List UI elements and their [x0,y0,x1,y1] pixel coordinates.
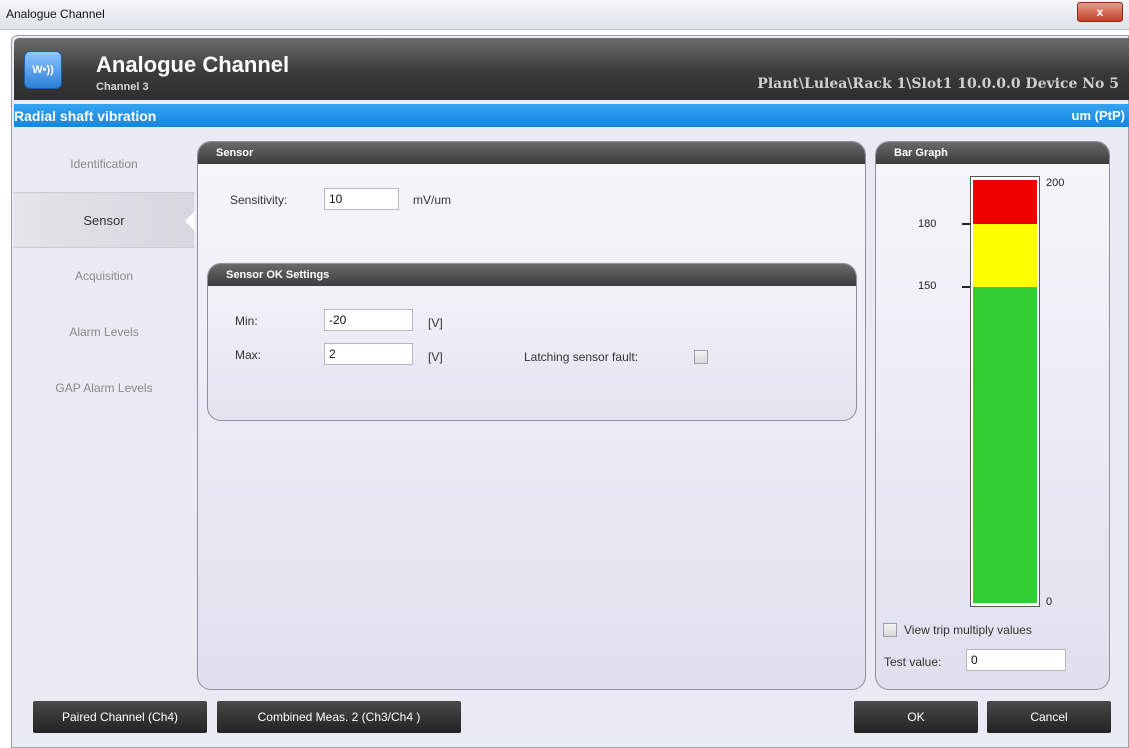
sidebar-item-acquisition[interactable]: Acquisition [14,248,194,304]
tick-mid [962,286,970,288]
measurement-name: Radial shaft vibration [14,108,157,124]
device-path: Plant\Lulea\Rack 1\Slot1 10.0.0.0 Device… [757,76,1119,92]
sidebar-item-label: Sensor [83,213,125,228]
dialog-title: Analogue Channel [96,52,290,77]
sensor-ok-panel-title: Sensor OK Settings [208,264,856,286]
tick-label-top: 200 [1046,177,1065,189]
bar-segment-warning [973,224,1037,287]
bar-segment-alarm [973,180,1037,224]
test-value-label: Test value: [884,655,942,669]
close-button[interactable]: x [1077,2,1123,22]
sidebar-item-sensor[interactable]: Sensor [14,192,195,248]
latching-sensor-fault-checkbox[interactable] [694,350,708,364]
paired-channel-button[interactable]: Paired Channel (Ch4) [33,701,207,733]
dialog-header: W•)) Analogue Channel Channel 3 Plant\Lu… [14,38,1129,100]
bar-segment-normal [973,287,1037,603]
tick-label-bottom: 0 [1046,596,1053,608]
sensitivity-label: Sensitivity: [230,193,288,207]
active-pointer-icon [185,211,195,231]
sensitivity-unit: mV/um [413,193,452,207]
max-label: Max: [235,348,262,362]
min-input[interactable]: -20 [324,309,413,331]
min-label: Min: [235,314,258,328]
ok-button[interactable]: OK [854,701,978,733]
sidebar-item-alarm-levels[interactable]: Alarm Levels [14,304,194,360]
sensitivity-input[interactable]: 10 [324,188,399,210]
measurement-bar: Radial shaft vibration um (PtP) [14,104,1129,127]
sensor-panel-title: Sensor [198,142,865,164]
sidebar-item-gap-alarm-levels[interactable]: GAP Alarm Levels [14,360,194,416]
sidebar-item-identification[interactable]: Identification [14,136,194,192]
measurement-unit: um (PtP) [1071,108,1125,123]
view-trip-label: View trip multiply values [904,623,1032,637]
channel-subtitle: Channel 3 [96,81,149,93]
view-trip-checkbox[interactable] [883,623,897,637]
window-titlebar: Analogue Channel x [0,0,1129,30]
test-value-input[interactable]: 0 [966,649,1066,671]
bar-graph-title: Bar Graph [876,142,1109,164]
close-icon: x [1096,5,1104,19]
latching-sensor-fault-label: Latching sensor fault: [524,350,639,364]
tick-label-mid: 150 [918,280,937,292]
min-unit: [V] [428,316,443,330]
window-title: Analogue Channel [6,7,105,21]
tick-label-high: 180 [918,218,937,230]
tick-high [962,223,970,225]
max-unit: [V] [428,350,443,364]
app-logo-icon: W•)) [24,51,62,89]
sidebar-nav: Identification Sensor Acquisition Alarm … [14,130,195,690]
cancel-button[interactable]: Cancel [987,701,1111,733]
max-input[interactable]: 2 [324,343,413,365]
sensor-ok-panel: Sensor OK Settings [207,263,857,421]
combined-meas-button[interactable]: Combined Meas. 2 (Ch3/Ch4 ) [217,701,461,733]
